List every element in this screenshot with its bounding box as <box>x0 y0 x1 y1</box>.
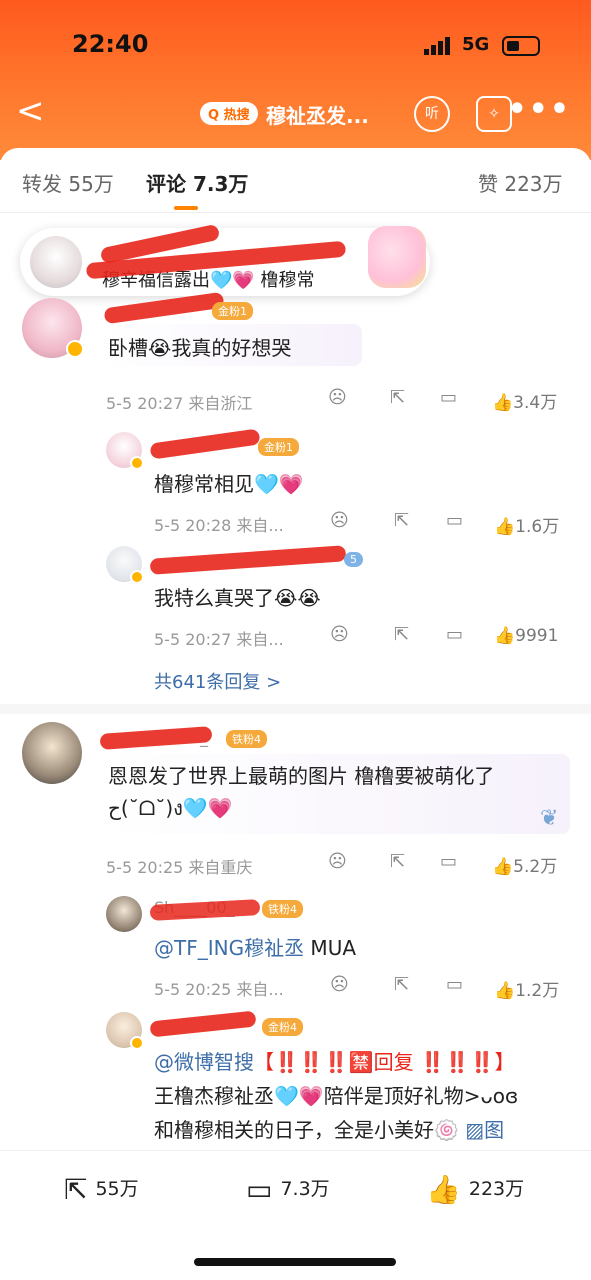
user-name-suffix: _ <box>200 728 208 747</box>
like-count: 223万 <box>468 1178 525 1200</box>
reply-text-line3: 和橹穆相关的日子，全是小美好🍥 ▨图 <box>154 1114 504 1143</box>
reply-text: 我特么真哭了😭😭 <box>154 586 321 610</box>
reply-icon[interactable]: ▭ <box>446 510 463 531</box>
listen-button[interactable]: 听 <box>414 96 450 132</box>
reply-meta: 5-5 20:27 来自... <box>154 630 284 649</box>
comment-meta: 5-5 20:25 来自重庆 <box>106 858 253 877</box>
battery-icon <box>502 36 540 56</box>
repost-button[interactable]: ⇱ 55万 <box>64 1173 139 1206</box>
hot-search-badge[interactable]: Q 热搜 <box>200 102 258 125</box>
comment-text: 卧槽😭我真的好想哭 <box>108 336 292 360</box>
share-icon[interactable]: ⇱ <box>390 851 405 872</box>
dislike-icon[interactable]: ☹ <box>330 974 349 995</box>
back-button[interactable]: < <box>16 94 45 128</box>
mention-link[interactable]: @TF_ING穆祉丞 <box>154 936 304 960</box>
comment-text-line1: 恩恩发了世界上最萌的图片 橹橹要被萌化了 <box>108 764 495 788</box>
redaction-scribble <box>99 726 213 750</box>
header: 22:40 5G < Q 热搜 穆祉丞发... 听 ✧ ••• <box>0 0 591 160</box>
fan-badge: 铁粉4 <box>262 900 303 918</box>
fan-badge: 金粉1 <box>258 438 299 456</box>
share-icon[interactable]: ⇱ <box>394 974 409 995</box>
network-label: 5G <box>462 34 490 55</box>
reply-meta: 5-5 20:25 来自... <box>154 980 284 999</box>
butterfly-icon: ❦ <box>540 806 559 831</box>
like-count[interactable]: 👍9991 <box>494 626 558 646</box>
verified-badge <box>66 340 84 358</box>
redaction-scribble <box>103 291 225 325</box>
dislike-icon[interactable]: ☹ <box>328 851 347 872</box>
verified-badge <box>130 456 144 470</box>
comment-divider <box>0 704 591 714</box>
like-count[interactable]: 👍3.4万 <box>492 388 557 413</box>
repost-count: 55万 <box>95 1178 139 1200</box>
more-replies-link[interactable]: 共641条回复 > <box>154 668 281 694</box>
home-indicator <box>194 1258 396 1266</box>
avatar <box>30 236 82 288</box>
reply-text: 橹穆常相见🩵💗 <box>154 472 304 496</box>
more-button[interactable]: ••• <box>507 92 571 127</box>
tab-active-indicator <box>174 206 198 210</box>
redaction-scribble <box>149 1010 257 1038</box>
reply-icon[interactable]: ▭ <box>446 624 463 645</box>
comment-meta: 5-5 20:27 来自浙江 <box>106 394 253 413</box>
reply-text-rest: MUA <box>304 936 357 960</box>
mention-link[interactable]: @微博智搜 <box>154 1050 254 1074</box>
share-icon: ⇱ <box>64 1173 88 1206</box>
reply-text-line3-main: 和橹穆相关的日子，全是小美好🍥 <box>154 1118 459 1142</box>
tab-repost[interactable]: 转发 55万 <box>22 168 114 197</box>
thumbs-up-icon: 👍 <box>426 1173 461 1206</box>
status-bar: 22:40 5G <box>0 28 591 64</box>
bunny-sticker <box>368 226 426 288</box>
reply-icon[interactable]: ▭ <box>440 387 457 408</box>
share-icon[interactable]: ⇱ <box>394 624 409 645</box>
tab-like[interactable]: 赞 223万 <box>478 168 563 197</box>
dislike-icon[interactable]: ☹ <box>328 387 347 408</box>
like-count[interactable]: 👍1.2万 <box>494 976 559 1001</box>
reply-text: @TF_ING穆祉丞 MUA <box>154 932 356 961</box>
comment-button[interactable]: ▭ 7.3万 <box>246 1173 330 1206</box>
reply-text-line1-rest: 【‼️‼️‼️🈲回复 ‼️‼️‼️】 <box>254 1050 515 1074</box>
reply-icon[interactable]: ▭ <box>440 851 457 872</box>
status-time: 22:40 <box>72 30 149 58</box>
like-button[interactable]: 👍 223万 <box>426 1173 524 1206</box>
tab-bar: 转发 55万 评论 7.3万 赞 223万 <box>0 148 591 214</box>
nav-bar: < Q 热搜 穆祉丞发... 听 ✧ ••• <box>0 92 591 136</box>
share-icon[interactable]: ⇱ <box>390 387 405 408</box>
image-link[interactable]: ▨图 <box>465 1118 504 1142</box>
fan-badge: 铁粉4 <box>226 730 267 748</box>
reply-icon[interactable]: ▭ <box>446 974 463 995</box>
avatar[interactable] <box>106 896 142 932</box>
like-count[interactable]: 👍1.6万 <box>494 512 559 537</box>
reply-text-line1: @微博智搜【‼️‼️‼️🈲回复 ‼️‼️‼️】 <box>154 1046 515 1075</box>
avatar[interactable] <box>22 722 82 784</box>
share-icon[interactable]: ⇱ <box>394 510 409 531</box>
fan-badge: 5 <box>344 552 363 567</box>
comment-count: 7.3万 <box>280 1178 330 1200</box>
redaction-scribble <box>149 428 261 460</box>
tab-divider <box>0 212 591 213</box>
verified-badge <box>130 570 144 584</box>
comment-icon: ▭ <box>246 1173 273 1206</box>
dislike-icon[interactable]: ☹ <box>330 624 349 645</box>
comment-text-line2: ح(˘ᗝ˘)ง🩵💗 <box>108 796 233 820</box>
verified-badge <box>130 1036 144 1050</box>
fan-badge: 金粉1 <box>212 302 253 320</box>
fan-badge: 金粉4 <box>262 1018 303 1036</box>
bottom-action-bar: ⇱ 55万 ▭ 7.3万 👍 223万 <box>0 1150 591 1231</box>
tab-comment[interactable]: 评论 7.3万 <box>146 168 248 197</box>
like-count[interactable]: 👍5.2万 <box>492 852 557 877</box>
signal-icon <box>424 36 452 55</box>
reply-meta: 5-5 20:28 来自... <box>154 516 284 535</box>
dislike-icon[interactable]: ☹ <box>330 510 349 531</box>
page-title: 穆祉丞发... <box>266 104 369 128</box>
reply-text-line2: 王橹杰穆祉丞🩵💗陪伴是顶好礼物>ᴗoɞ <box>154 1084 519 1108</box>
redaction-scribble <box>149 545 347 575</box>
